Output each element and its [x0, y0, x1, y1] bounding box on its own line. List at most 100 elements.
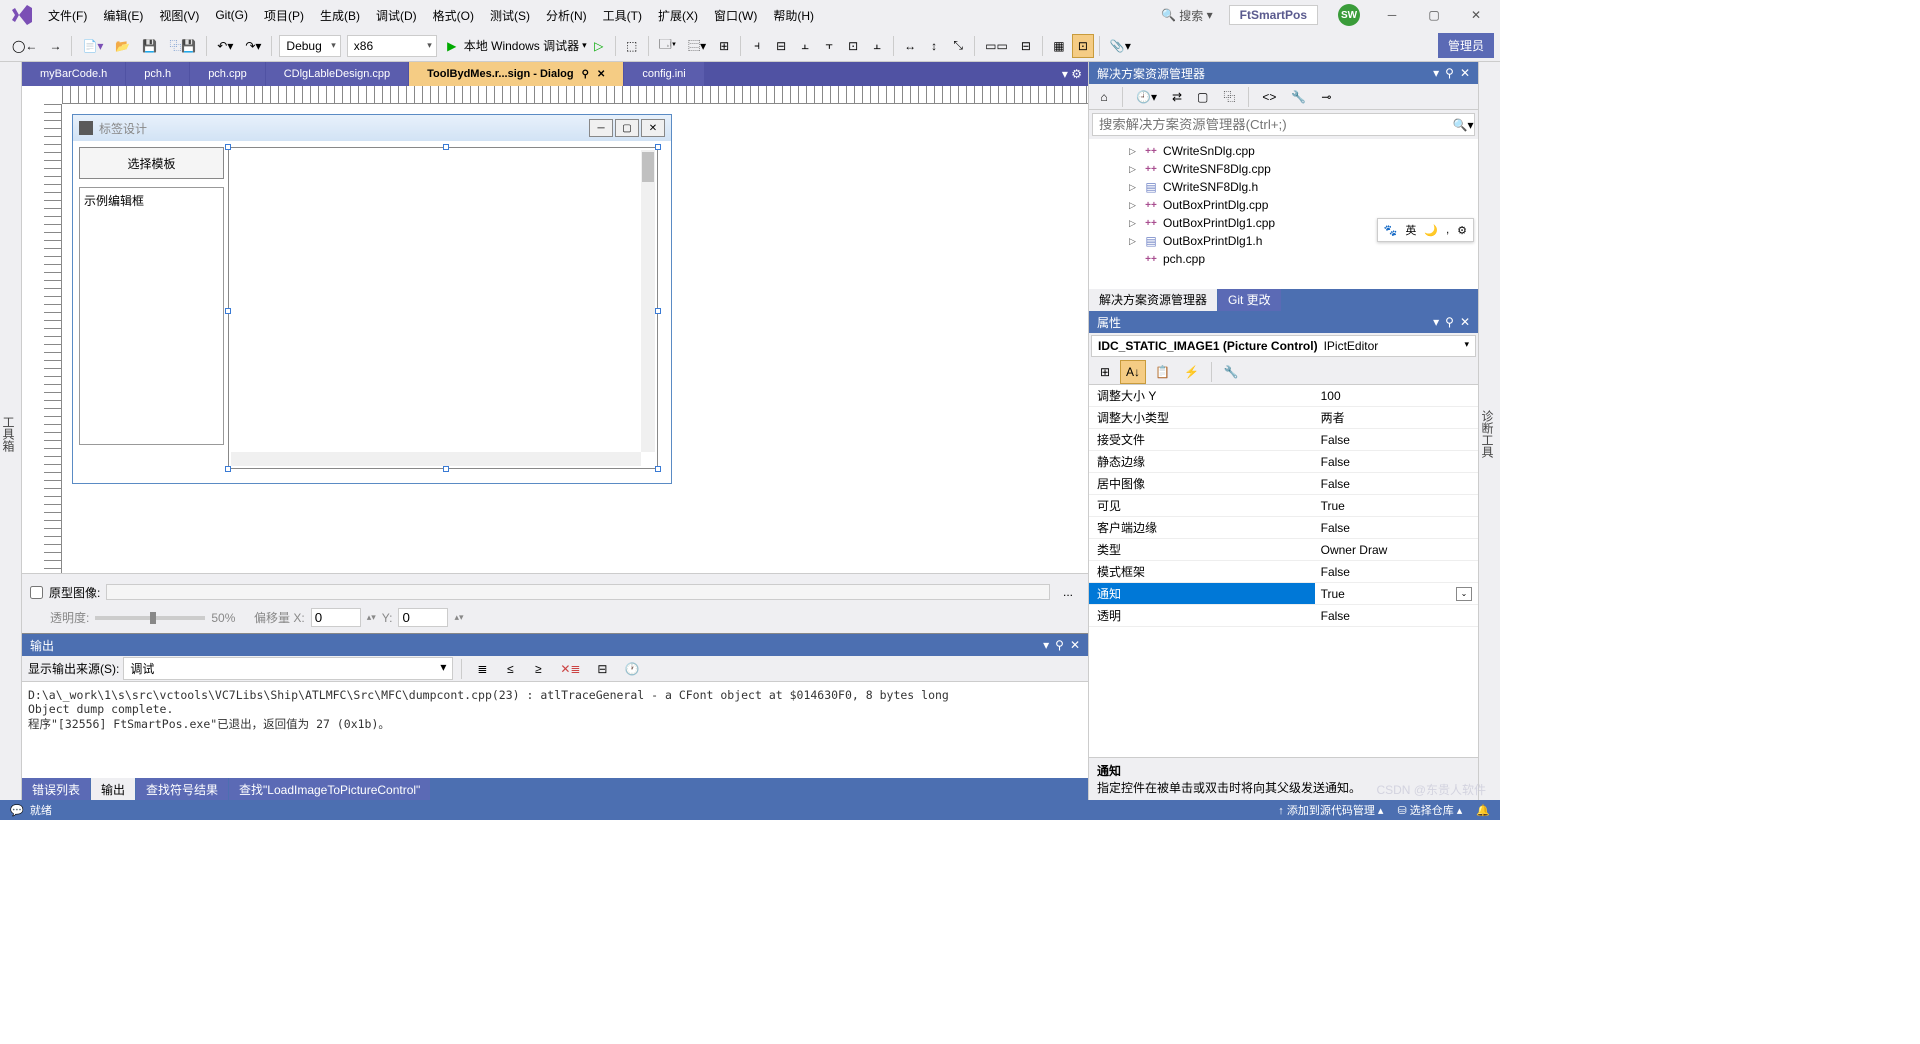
- menu-tools[interactable]: 工具(T): [595, 3, 650, 28]
- properties-selector[interactable]: IDC_STATIC_IMAGE1 (Picture Control) IPic…: [1091, 335, 1476, 357]
- menu-file[interactable]: 文件(F): [40, 3, 95, 28]
- menu-git[interactable]: Git(G): [207, 4, 256, 26]
- toggle-grid-button[interactable]: ▦: [1048, 34, 1070, 58]
- tab-find-results[interactable]: 查找"LoadImageToPictureControl": [229, 778, 430, 800]
- se-showall-button[interactable]: ⿻: [1218, 86, 1240, 108]
- example-edit-box[interactable]: 示例编辑框: [79, 187, 224, 445]
- output-dropdown-icon[interactable]: ▾: [1043, 638, 1049, 652]
- start-nodebug-button[interactable]: ▷: [588, 34, 610, 58]
- tab-git-changes[interactable]: Git 更改: [1218, 289, 1281, 311]
- prop-row[interactable]: 通知True⌄: [1089, 583, 1478, 605]
- prop-events-button[interactable]: ⚡: [1179, 360, 1204, 384]
- notifications-icon[interactable]: 🔔: [1476, 804, 1490, 817]
- ime-indicator[interactable]: 🐾 英 🌙 , ⚙: [1377, 218, 1474, 242]
- se-pin-icon[interactable]: ⚲: [1445, 66, 1454, 80]
- search-icon[interactable]: 🔍▾: [1452, 114, 1474, 135]
- toolbox-tab[interactable]: 工具箱: [0, 62, 22, 800]
- align-btn-4[interactable]: ⫟: [818, 34, 840, 58]
- prop-dropdown-icon[interactable]: ▾: [1433, 315, 1439, 329]
- properties-grid[interactable]: 调整大小 Y100调整大小类型两者接受文件False静态边缘False居中图像F…: [1089, 385, 1478, 757]
- maximize-button[interactable]: ▢: [1414, 1, 1454, 29]
- size-btn-1[interactable]: ↔: [899, 34, 921, 58]
- prop-btn-5[interactable]: 🔧: [1219, 360, 1244, 384]
- picture-control[interactable]: [228, 147, 658, 469]
- output-goto-button[interactable]: ≣: [471, 657, 493, 681]
- select-repo-button[interactable]: ⛁ 选择仓库 ▴: [1397, 802, 1462, 818]
- prop-row[interactable]: 接受文件False: [1089, 429, 1478, 451]
- menu-help[interactable]: 帮助(H): [765, 3, 822, 28]
- chat-icon[interactable]: 💬: [10, 804, 24, 817]
- redo-button[interactable]: ↷▾: [240, 34, 266, 58]
- opacity-slider[interactable]: [95, 616, 205, 620]
- open-button[interactable]: 📂: [110, 34, 135, 58]
- se-wrench-button[interactable]: 🔧: [1286, 86, 1311, 108]
- offset-x-input[interactable]: [311, 608, 361, 627]
- prop-row[interactable]: 可见True: [1089, 495, 1478, 517]
- se-btn-2[interactable]: 🕘▾: [1131, 86, 1162, 108]
- align-btn-3[interactable]: ⫠: [794, 34, 816, 58]
- prop-alphabetical-button[interactable]: A↓: [1120, 360, 1146, 384]
- se-btn-8[interactable]: ⊸: [1316, 86, 1336, 108]
- tab-find-symbol[interactable]: 查找符号结果: [136, 778, 228, 800]
- prop-btn-3[interactable]: 📋: [1150, 360, 1175, 384]
- tab-pch-h[interactable]: pch.h: [126, 62, 189, 86]
- menu-test[interactable]: 测试(S): [482, 3, 538, 28]
- dialog-close-button[interactable]: ✕: [641, 119, 665, 137]
- align-left-button[interactable]: ⫞: [746, 34, 768, 58]
- prop-row[interactable]: 调整大小 Y100: [1089, 385, 1478, 407]
- save-all-button[interactable]: ⿻💾: [164, 34, 201, 58]
- output-wrap-button[interactable]: ⊟: [591, 657, 613, 681]
- tab-output[interactable]: 输出: [91, 778, 135, 800]
- pic-hscroll[interactable]: [231, 452, 641, 466]
- pin-icon[interactable]: ⚲: [582, 69, 589, 80]
- moon-icon[interactable]: 🌙: [1424, 224, 1438, 237]
- project-name[interactable]: FtSmartPos: [1229, 5, 1318, 25]
- browse-button[interactable]: ...: [1057, 580, 1079, 604]
- prop-row[interactable]: 客户端边缘False: [1089, 517, 1478, 539]
- prototype-path-input[interactable]: [106, 584, 1050, 600]
- space-btn-2[interactable]: ⊟: [1015, 34, 1037, 58]
- output-clear-button[interactable]: ✕≣: [555, 657, 585, 681]
- menu-analyze[interactable]: 分析(N): [538, 3, 595, 28]
- menu-debug[interactable]: 调试(D): [368, 3, 425, 28]
- tb-btn-3[interactable]: ⿳▾: [683, 34, 711, 58]
- start-debug-button[interactable]: ▶: [441, 34, 463, 58]
- se-code-button[interactable]: <>: [1257, 86, 1281, 108]
- design-canvas[interactable]: 标签设计 ─ ▢ ✕ 选择模板 示例编辑框: [62, 104, 1088, 573]
- tab-mybarcode[interactable]: myBarCode.h: [22, 62, 125, 86]
- prop-close-icon[interactable]: ✕: [1460, 315, 1470, 329]
- user-avatar[interactable]: SW: [1338, 4, 1360, 26]
- tb-btn-4[interactable]: ⊞: [713, 34, 735, 58]
- undo-button[interactable]: ↶▾: [212, 34, 238, 58]
- menu-edit[interactable]: 编辑(E): [95, 3, 151, 28]
- tb-btn-1[interactable]: ⬚: [621, 34, 643, 58]
- debugger-label[interactable]: 本地 Windows 调试器: [464, 37, 579, 54]
- menu-build[interactable]: 生成(B): [312, 3, 368, 28]
- close-button[interactable]: ✕: [1456, 1, 1496, 29]
- offset-y-input[interactable]: [398, 608, 448, 627]
- platform-dropdown[interactable]: x86: [347, 35, 437, 57]
- doc-tabs-overflow[interactable]: ▾ ⚙: [1056, 62, 1088, 86]
- prop-pin-icon[interactable]: ⚲: [1445, 315, 1454, 329]
- pic-vscroll[interactable]: [641, 150, 655, 452]
- space-btn-1[interactable]: ▭▭: [980, 34, 1013, 58]
- tab-solution-explorer[interactable]: 解决方案资源管理器: [1089, 289, 1217, 311]
- tab-toolbydmes-dialog[interactable]: ToolBydMes.r...sign - Dialog ⚲ ✕: [409, 62, 623, 86]
- prop-categorized-button[interactable]: ⊞: [1094, 360, 1116, 384]
- output-prev-button[interactable]: ≤: [499, 657, 521, 681]
- prop-row[interactable]: 透明False: [1089, 605, 1478, 627]
- nav-back-button[interactable]: ◯←: [7, 34, 42, 58]
- se-search-input[interactable]: [1093, 114, 1452, 135]
- se-dropdown-icon[interactable]: ▾: [1433, 66, 1439, 80]
- prototype-checkbox[interactable]: [30, 586, 43, 599]
- align-btn-5[interactable]: ⊡: [842, 34, 864, 58]
- new-project-button[interactable]: 📄▾: [77, 34, 108, 58]
- menu-window[interactable]: 窗口(W): [706, 3, 765, 28]
- dialog-max-button[interactable]: ▢: [615, 119, 639, 137]
- menu-project[interactable]: 项目(P): [256, 3, 312, 28]
- toggle-guides-button[interactable]: ⊡: [1072, 34, 1094, 58]
- prop-row[interactable]: 调整大小类型两者: [1089, 407, 1478, 429]
- size-btn-3[interactable]: ⤡: [947, 34, 969, 58]
- tab-config-ini[interactable]: config.ini: [624, 62, 703, 86]
- menu-format[interactable]: 格式(O): [425, 3, 482, 28]
